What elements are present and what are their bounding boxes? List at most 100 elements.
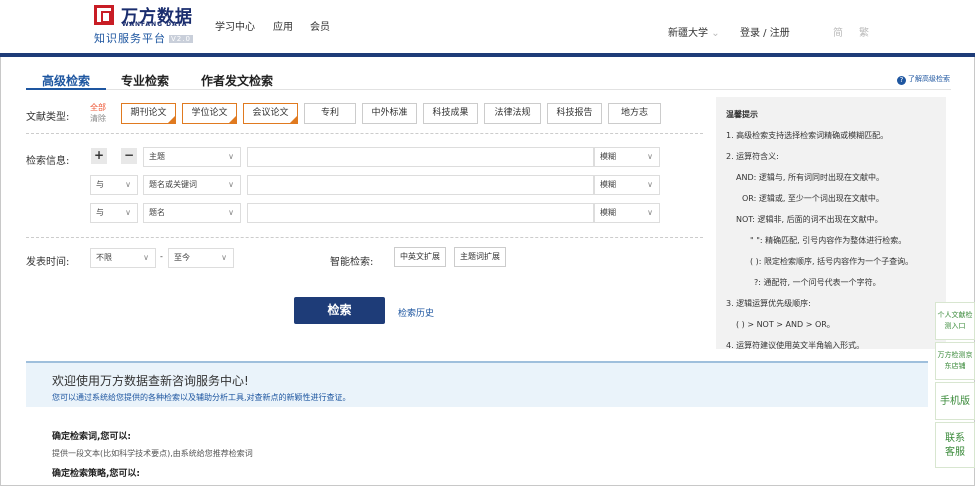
lang-simplified[interactable]: 简 <box>833 24 843 39</box>
match-select-value: 模糊 <box>600 180 616 189</box>
search-info-label: 检索信息: <box>26 156 70 167</box>
subtitle-text: 知识服务平台 <box>94 32 166 45</box>
field-select-2[interactable]: 题名或关键词 ∨ <box>143 175 241 195</box>
side-contact-service[interactable]: 联系客服 <box>935 422 975 468</box>
field-select-value: 主题 <box>149 152 165 161</box>
section-heading: 确定检索策略,您可以: <box>52 469 141 479</box>
divider <box>26 237 703 238</box>
time-from-value: 不限 <box>96 253 112 262</box>
chevron-down-icon: ∨ <box>647 208 653 217</box>
tip-line: 4. 运算符建议使用英文半角输入形式。 <box>726 341 865 350</box>
search-input-2[interactable] <box>247 175 594 195</box>
time-to-select[interactable]: 至今 ∨ <box>168 248 234 268</box>
header-divider <box>0 53 975 57</box>
search-input-3[interactable] <box>247 203 594 223</box>
section-heading: 确定检索词,您可以: <box>52 432 132 442</box>
chevron-down-icon: ∨ <box>228 180 234 189</box>
smart-search-label: 智能检索: <box>330 257 374 268</box>
tip-paren: ( ): 限定检索顺序, 括号内容作为一个子查询。 <box>750 257 914 266</box>
platform-subtitle: 知识服务平台 V2.0 <box>94 30 193 46</box>
welcome-banner: 欢迎使用万方数据查新咨询服务中心! 您可以通过系统给您提供的各种检索以及辅助分析… <box>26 361 928 407</box>
nav-learning-center[interactable]: 学习中心 <box>215 18 255 33</box>
tip-quote: " ": 精确匹配, 引号内容作为整体进行检索。 <box>750 236 907 245</box>
doc-type-law[interactable]: 法律法规 <box>484 103 541 124</box>
add-row-button[interactable]: + <box>91 148 107 164</box>
logo-english: WANFANG DATA <box>122 21 188 28</box>
section-text: 提供一段文本(比如科学技术要点),由系统给您推荐检索词 <box>52 449 253 458</box>
time-dash: - <box>160 252 163 261</box>
welcome-title: 欢迎使用万方数据查新咨询服务中心! <box>52 374 249 388</box>
match-select-3[interactable]: 模糊 ∨ <box>594 203 660 223</box>
logic-select-value: 与 <box>96 180 104 189</box>
tip-line: 3. 逻辑运算优先级顺序: <box>726 299 811 308</box>
wanfang-logo-icon[interactable] <box>94 5 114 25</box>
tab-advanced-search[interactable]: 高级检索 <box>42 72 90 89</box>
search-button[interactable]: 检索 <box>294 297 385 324</box>
nav-membership[interactable]: 会员 <box>310 18 330 33</box>
side-personal-check[interactable]: 个人文献检测入口 <box>935 302 975 340</box>
tip-line: 2. 运算符含义: <box>726 152 779 161</box>
match-select-value: 模糊 <box>600 152 616 161</box>
logic-select-value: 与 <box>96 208 104 217</box>
logic-select-2[interactable]: 与 ∨ <box>90 175 138 195</box>
doc-type-standard[interactable]: 中外标准 <box>362 103 417 124</box>
chevron-down-icon: ∨ <box>228 208 234 217</box>
institution-name[interactable]: 新疆大学 ⌄ <box>668 24 720 39</box>
doc-type-journal[interactable]: 期刊论文 <box>121 103 176 124</box>
doc-type-conference[interactable]: 会议论文 <box>243 103 298 124</box>
chevron-down-icon: ∨ <box>143 253 149 262</box>
match-select-2[interactable]: 模糊 ∨ <box>594 175 660 195</box>
pub-time-label: 发表时间: <box>26 257 70 268</box>
doc-type-report[interactable]: 科技报告 <box>547 103 602 124</box>
field-select-3[interactable]: 题名 ∨ <box>143 203 241 223</box>
chevron-down-icon: ∨ <box>125 208 131 217</box>
active-tab-underline <box>26 88 106 90</box>
tips-title: 温馨提示 <box>726 110 758 119</box>
field-select-1[interactable]: 主题 ∨ <box>143 147 241 167</box>
tab-professional-search[interactable]: 专业检索 <box>121 72 169 89</box>
doc-type-all-clear: 全部 清除 <box>90 102 106 124</box>
welcome-desc: 您可以通过系统给您提供的各种检索以及辅助分析工具,对查新点的新颖性进行查证。 <box>52 393 351 402</box>
time-from-select[interactable]: 不限 ∨ <box>90 248 156 268</box>
tips-panel: 温馨提示 1. 高级检索支持选择检索词精确或模糊匹配。 2. 运算符含义: AN… <box>716 97 946 350</box>
chevron-down-icon: ∨ <box>647 180 653 189</box>
doc-type-thesis[interactable]: 学位论文 <box>182 103 237 124</box>
search-input-1[interactable] <box>247 147 594 167</box>
help-link-label: 了解高级检索 <box>908 75 950 83</box>
cn-en-expand-toggle[interactable]: 中英文扩展 <box>394 247 446 267</box>
logic-select-3[interactable]: 与 ∨ <box>90 203 138 223</box>
question-icon: ? <box>897 76 906 85</box>
doc-type-local-gazette[interactable]: 地方志 <box>608 103 661 124</box>
nav-apps[interactable]: 应用 <box>273 18 293 33</box>
clear-link[interactable]: 清除 <box>90 113 106 124</box>
remove-row-button[interactable]: − <box>121 148 137 164</box>
tip-or: OR: 逻辑或, 至少一个词出现在文献中。 <box>742 194 884 203</box>
doc-type-patent[interactable]: 专利 <box>304 103 356 124</box>
match-select-1[interactable]: 模糊 ∨ <box>594 147 660 167</box>
tip-not: NOT: 逻辑非, 后面的词不出现在文献中。 <box>736 215 883 224</box>
chevron-down-icon: ∨ <box>125 180 131 189</box>
chevron-down-icon: ∨ <box>221 253 227 262</box>
side-jd-shop[interactable]: 万方检测京东店铺 <box>935 342 975 380</box>
divider <box>26 133 703 134</box>
field-select-value: 题名 <box>149 208 165 217</box>
lang-traditional[interactable]: 繁 <box>859 24 869 39</box>
time-to-value: 至今 <box>174 253 190 262</box>
tip-wildcard: ?: 通配符, 一个问号代表一个字符。 <box>754 278 881 287</box>
field-select-value: 题名或关键词 <box>149 180 197 189</box>
doc-type-label: 文献类型: <box>26 112 70 123</box>
tip-line: 1. 高级检索支持选择检索词精确或模糊匹配。 <box>726 131 889 140</box>
subject-expand-toggle[interactable]: 主题词扩展 <box>454 247 506 267</box>
institution-label: 新疆大学 <box>668 28 708 39</box>
search-history-link[interactable]: 检索历史 <box>398 306 434 319</box>
tab-author-search[interactable]: 作者发文检索 <box>201 72 273 89</box>
doc-type-achievement[interactable]: 科技成果 <box>423 103 478 124</box>
institution-dropdown-icon: ⌄ <box>711 28 720 39</box>
login-register-link[interactable]: 登录 / 注册 <box>740 24 790 39</box>
chevron-down-icon: ∨ <box>228 152 234 161</box>
tab-divider <box>26 89 951 90</box>
select-all-link[interactable]: 全部 <box>90 102 106 113</box>
help-link[interactable]: ? 了解高级检索 <box>897 74 950 85</box>
side-mobile[interactable]: 手机版 <box>935 382 975 420</box>
tip-order: ( ) > NOT > AND > OR。 <box>736 320 835 329</box>
